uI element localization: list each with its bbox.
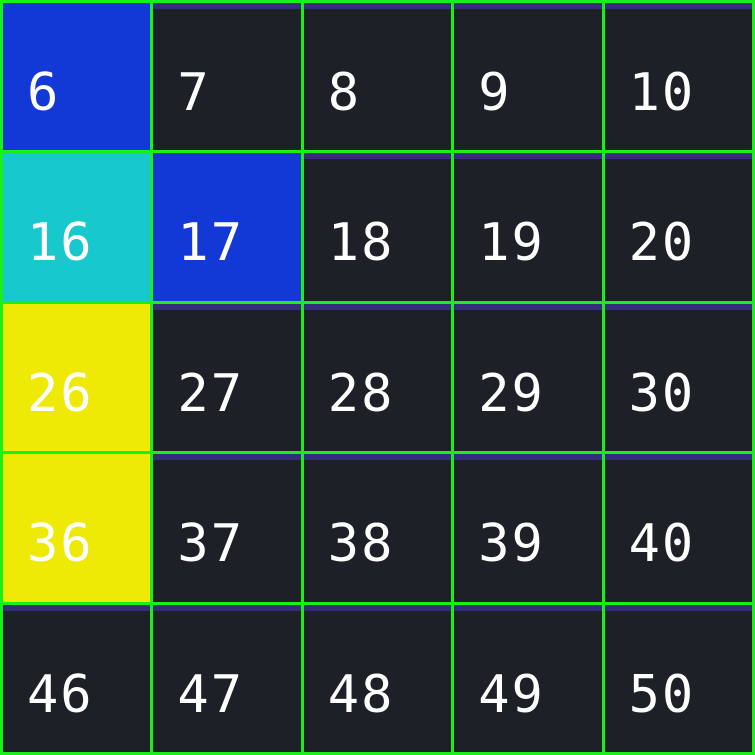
grid-cell-9[interactable]: 9 <box>454 3 602 151</box>
grid-cell-40[interactable]: 40 <box>604 454 752 602</box>
cell-number: 16 <box>27 213 94 274</box>
grid-cell-37[interactable]: 37 <box>153 454 301 602</box>
cell-number: 38 <box>327 514 395 575</box>
grid-cell-49[interactable]: 49 <box>454 604 602 752</box>
cell-number: 49 <box>478 664 545 725</box>
grid-cell-26[interactable]: 26 <box>3 303 151 452</box>
grid-cell-30[interactable]: 30 <box>604 303 752 452</box>
grid-cell-7[interactable]: 7 <box>153 3 301 151</box>
cell-number: 8 <box>327 63 362 123</box>
cell-number: 17 <box>177 213 245 274</box>
grid-cell-29[interactable]: 29 <box>454 303 602 452</box>
grid-cell-38[interactable]: 38 <box>303 454 452 602</box>
grid-cell-46[interactable]: 46 <box>3 604 151 752</box>
grid-cell-18[interactable]: 18 <box>303 153 452 301</box>
cell-number: 36 <box>27 514 94 575</box>
cell-number: 47 <box>177 664 245 725</box>
cell-number: 7 <box>177 63 211 123</box>
grid-cell-39[interactable]: 39 <box>454 454 602 602</box>
grid-cell-28[interactable]: 28 <box>303 303 452 452</box>
cell-number: 20 <box>628 213 696 274</box>
grid-cell-47[interactable]: 47 <box>153 604 301 752</box>
grid-cell-10[interactable]: 10 <box>604 3 752 151</box>
cell-number: 50 <box>628 664 696 725</box>
grid-cell-17[interactable]: 17 <box>153 153 301 301</box>
cell-number: 18 <box>327 213 395 274</box>
grid-cell-48[interactable]: 48 <box>303 604 452 752</box>
cell-number: 37 <box>177 514 245 575</box>
cell-number: 30 <box>628 363 696 424</box>
cell-number: 19 <box>478 213 545 274</box>
cell-number: 9 <box>478 63 512 123</box>
grid-cell-16[interactable]: 16 <box>3 153 151 301</box>
cell-number: 10 <box>628 63 696 123</box>
cell-number: 6 <box>27 63 61 123</box>
grid-cell-8[interactable]: 8 <box>303 3 452 151</box>
cell-number: 29 <box>478 363 545 424</box>
cell-number: 28 <box>327 363 395 424</box>
grid-cell-50[interactable]: 50 <box>604 604 752 752</box>
cell-number: 48 <box>327 664 395 725</box>
grid-cell-19[interactable]: 19 <box>454 153 602 301</box>
cell-number: 27 <box>177 363 245 424</box>
cell-number: 40 <box>628 514 696 575</box>
cell-number: 39 <box>478 514 545 575</box>
cell-number: 46 <box>27 664 94 725</box>
cell-number: 26 <box>27 363 94 424</box>
grid-cell-27[interactable]: 27 <box>153 303 301 452</box>
grid-cell-36[interactable]: 36 <box>3 454 151 602</box>
grid-cell-6[interactable]: 6 <box>3 3 151 151</box>
grid-cell-20[interactable]: 20 <box>604 153 752 301</box>
game-board: 6 7 8 9 10 16 17 18 19 20 26 27 28 29 30… <box>0 0 755 755</box>
